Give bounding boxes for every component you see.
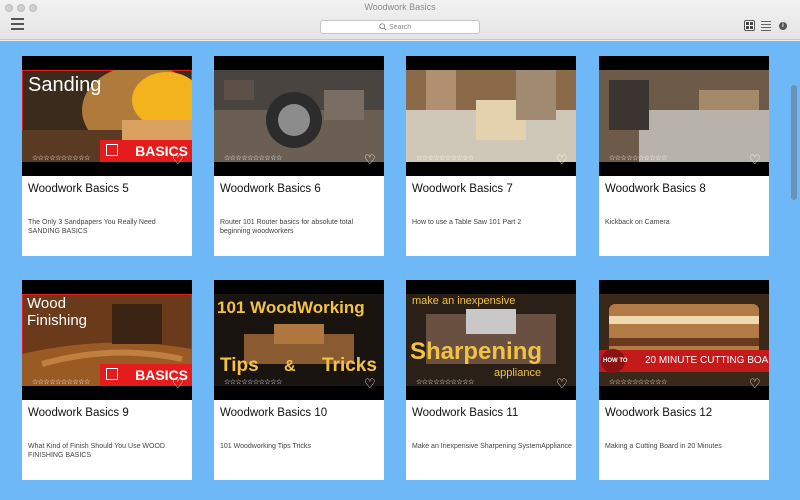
search-icon (379, 23, 387, 31)
thumbnail-text-line1: make an inexpensive (412, 295, 516, 307)
video-card[interactable]: Wood Finishing BASICS ☆☆☆☆☆☆☆☆☆☆ ♡ Woodw… (22, 280, 192, 480)
rating-stars[interactable]: ☆☆☆☆☆☆☆☆☆☆ (416, 154, 474, 162)
video-description: How to use a Table Saw 101 Part 2 (412, 219, 522, 226)
title-bar: Woodwork Basics i (0, 0, 800, 40)
router-thumbnail-image (214, 70, 384, 162)
video-title: Woodwork Basics 12 (605, 407, 713, 419)
video-title: Woodwork Basics 6 (220, 183, 321, 195)
heart-outline-icon[interactable]: ♡ (556, 152, 568, 168)
cutting-board-thumbnail-image (599, 294, 769, 386)
rating-stars[interactable]: ☆☆☆☆☆☆☆☆☆☆ (32, 154, 90, 162)
heart-outline-icon[interactable]: ♡ (749, 152, 761, 168)
video-title: Woodwork Basics 11 (412, 407, 519, 419)
video-thumbnail: ☆☆☆☆☆☆☆☆☆☆ ♡ (599, 56, 769, 176)
video-thumbnail: ☆☆☆☆☆☆☆☆☆☆ ♡ (406, 56, 576, 176)
video-title: Woodwork Basics 10 (220, 407, 328, 419)
video-card[interactable]: Sanding BASICS ☆☆☆☆☆☆☆☆☆☆ ♡ Woodwork Bas… (22, 56, 192, 256)
video-title: Woodwork Basics 8 (605, 183, 706, 195)
video-card[interactable]: 101 WoodWorking Tips & Tricks ☆☆☆☆☆☆☆☆☆☆… (214, 280, 384, 480)
window-title: Woodwork Basics (364, 2, 436, 12)
video-description: Kickback on Camera (605, 219, 670, 226)
vertical-scrollbar[interactable] (791, 85, 797, 200)
table-saw-thumbnail-image (406, 70, 576, 162)
thumbnail-text-line1: HOW TO (603, 358, 628, 364)
rating-stars[interactable]: ☆☆☆☆☆☆☆☆☆☆ (609, 378, 667, 386)
video-card[interactable]: ☆☆☆☆☆☆☆☆☆☆ ♡ Woodwork Basics 6 Router 10… (214, 56, 384, 256)
video-title: Woodwork Basics 5 (28, 183, 129, 195)
heart-outline-icon[interactable]: ♡ (749, 376, 761, 392)
video-thumbnail: ☆☆☆☆☆☆☆☆☆☆ ♡ (214, 56, 384, 176)
heart-outline-icon[interactable]: ♡ (364, 152, 376, 168)
heart-outline-icon[interactable]: ♡ (172, 152, 184, 168)
video-thumbnail: HOW TO 20 MINUTE CUTTING BOARD ☆☆☆☆☆☆☆☆☆… (599, 280, 769, 400)
rating-stars[interactable]: ☆☆☆☆☆☆☆☆☆☆ (416, 378, 474, 386)
rating-stars[interactable]: ☆☆☆☆☆☆☆☆☆☆ (609, 154, 667, 162)
video-card[interactable]: make an inexpensive Sharpening appliance… (406, 280, 576, 480)
list-view-icon[interactable] (761, 21, 771, 32)
video-description: The Only 3 Sandpapers You Really Need SA… (28, 219, 156, 235)
video-grid: Sanding BASICS ☆☆☆☆☆☆☆☆☆☆ ♡ Woodwork Bas… (0, 41, 800, 500)
video-description: 101 Woodworking Tips Tricks (220, 443, 311, 450)
video-description: What Kind of Finish Should You Use WOOD … (28, 443, 165, 459)
video-description: Router 101 Router basics for absolute to… (220, 219, 354, 235)
video-card[interactable]: HOW TO 20 MINUTE CUTTING BOARD ☆☆☆☆☆☆☆☆☆… (599, 280, 769, 480)
video-title: Woodwork Basics 9 (28, 407, 129, 419)
thumbnail-text-line2: 20 MINUTE CUTTING BOARD (645, 355, 769, 366)
video-description: Make an Inexpensive Sharpening SystemApp… (412, 443, 572, 450)
video-title: Woodwork Basics 7 (412, 183, 513, 195)
thumbnail-text-line3: appliance (494, 367, 542, 379)
thumbnail-text-line2: Sharpening (410, 338, 543, 365)
rating-stars[interactable]: ☆☆☆☆☆☆☆☆☆☆ (224, 378, 282, 386)
thumbnail-text: Sanding (28, 74, 102, 96)
heart-outline-icon[interactable]: ♡ (556, 376, 568, 392)
rating-stars[interactable]: ☆☆☆☆☆☆☆☆☆☆ (32, 378, 90, 386)
video-thumbnail: 101 WoodWorking Tips & Tricks ☆☆☆☆☆☆☆☆☆☆… (214, 280, 384, 400)
rating-stars[interactable]: ☆☆☆☆☆☆☆☆☆☆ (224, 154, 282, 162)
heart-outline-icon[interactable]: ♡ (172, 376, 184, 392)
video-description: Making a Cutting Board in 20 Minutes (605, 443, 722, 450)
thumbnail-text-line1: 101 WoodWorking (217, 298, 365, 317)
grid-view-icon[interactable] (744, 20, 755, 31)
thumbnail-text-line1: Wood (27, 295, 66, 312)
search-input[interactable] (389, 22, 475, 33)
search-field[interactable] (320, 20, 480, 34)
kickback-thumbnail-image (599, 70, 769, 162)
info-icon[interactable]: i (779, 22, 787, 30)
video-thumbnail: make an inexpensive Sharpening appliance… (406, 280, 576, 400)
thumbnail-text-tips: Tips (220, 355, 259, 376)
video-card[interactable]: ☆☆☆☆☆☆☆☆☆☆ ♡ Woodwork Basics 7 How to us… (406, 56, 576, 256)
thumbnail-text-line2: Finishing (27, 312, 88, 329)
thumbnail-text-tricks: Tricks (322, 355, 377, 376)
thumbnail-text-amp: & (284, 358, 296, 375)
video-card[interactable]: ☆☆☆☆☆☆☆☆☆☆ ♡ Woodwork Basics 8 Kickback … (599, 56, 769, 256)
video-thumbnail: Sanding BASICS ☆☆☆☆☆☆☆☆☆☆ ♡ (22, 56, 192, 176)
video-thumbnail: Wood Finishing BASICS ☆☆☆☆☆☆☆☆☆☆ ♡ (22, 280, 192, 400)
heart-outline-icon[interactable]: ♡ (364, 376, 376, 392)
hamburger-icon[interactable] (11, 17, 25, 31)
